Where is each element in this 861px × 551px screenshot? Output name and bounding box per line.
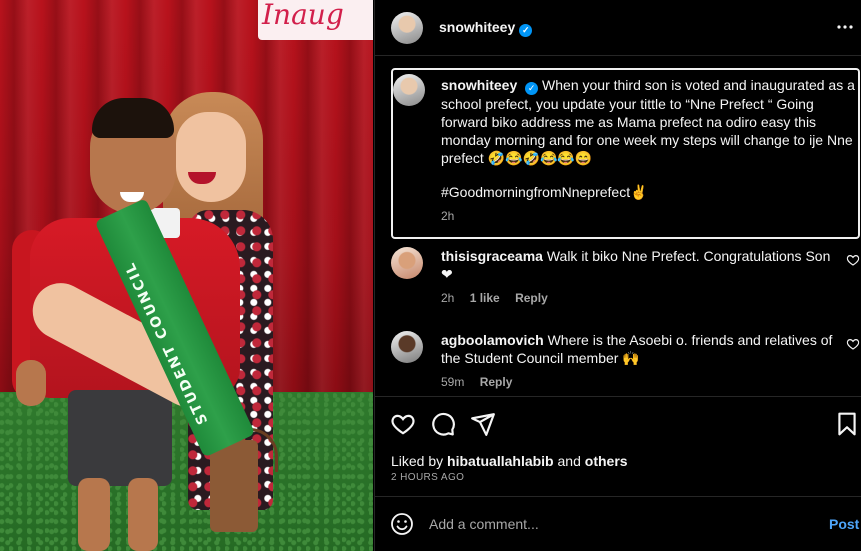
add-comment-bar: Post	[375, 496, 861, 551]
like-comment-heart-icon[interactable]	[846, 337, 860, 351]
add-comment-input[interactable]	[429, 513, 809, 535]
comment-text-block: agboolamovich Where is the Asoebi o. fri…	[441, 331, 835, 367]
likes-conjunction: and	[557, 453, 581, 469]
verified-badge-icon: ✓	[525, 82, 539, 95]
comment-meta: 59m Reply	[441, 375, 524, 389]
comment-timestamp[interactable]: 2h	[441, 291, 454, 305]
post-detail-panel: snowhiteey ✓ snowhiteey ✓ When your third…	[374, 0, 861, 551]
caption-author-avatar[interactable]	[393, 74, 425, 106]
comment-meta: 2h 1 like Reply	[441, 291, 560, 305]
comment-bubble-icon[interactable]	[430, 411, 456, 437]
author-username-row[interactable]: snowhiteey ✓	[439, 19, 533, 37]
post-header: snowhiteey ✓	[375, 0, 861, 56]
likes-prefix: Liked by	[391, 453, 444, 469]
boy-leg-left	[78, 478, 110, 551]
comment-like-count[interactable]: 1 like	[470, 291, 500, 305]
comment-text-block: thisisgraceama Walk it biko Nne Prefect.…	[441, 247, 835, 283]
reply-button[interactable]: Reply	[515, 291, 548, 305]
share-send-icon[interactable]	[470, 411, 496, 437]
boy-leg-right	[128, 478, 158, 551]
caption-text-block: snowhiteey ✓ When your third son is vote…	[441, 76, 855, 167]
likes-others-link[interactable]: others	[585, 453, 628, 469]
post-action-bar	[375, 396, 861, 450]
caption-username[interactable]: snowhiteey	[441, 77, 517, 93]
author-username[interactable]: snowhiteey	[439, 19, 515, 35]
comment-timestamp[interactable]: 59m	[441, 375, 464, 389]
commenter-username[interactable]: agboolamovich	[441, 332, 544, 348]
like-heart-icon[interactable]	[390, 411, 416, 437]
boy-hair	[92, 98, 174, 138]
post-date[interactable]: 2 HOURS AGO	[391, 472, 464, 483]
emoji-picker-icon[interactable]	[390, 512, 414, 536]
likes-summary: Liked by hibatuallahlabib and others	[391, 453, 628, 469]
caption-hashtag[interactable]: #GoodmorningfromNneprefect✌	[441, 184, 648, 201]
boy-shorts	[68, 390, 172, 486]
boy-hand	[16, 360, 46, 406]
more-options-icon[interactable]	[835, 17, 855, 37]
reply-button[interactable]: Reply	[480, 375, 513, 389]
verified-badge-icon: ✓	[519, 24, 533, 37]
caption: snowhiteey ✓ When your third son is vote…	[391, 68, 860, 239]
caption-timestamp[interactable]: 2h	[441, 209, 454, 223]
commenter-username[interactable]: thisisgraceama	[441, 248, 543, 264]
author-avatar[interactable]	[391, 12, 423, 44]
woman-face	[176, 112, 246, 202]
like-comment-heart-icon[interactable]	[846, 253, 860, 267]
commenter-avatar[interactable]	[391, 247, 423, 279]
event-banner: Inaug	[258, 0, 373, 40]
post-photo[interactable]: Inaug STUDENT COUNCIL	[0, 0, 373, 551]
liked-by-username[interactable]: hibatuallahlabib	[447, 453, 554, 469]
post-comment-button[interactable]: Post	[829, 516, 859, 532]
save-bookmark-icon[interactable]	[834, 411, 860, 437]
handbag	[210, 440, 258, 532]
commenter-avatar[interactable]	[391, 331, 423, 363]
